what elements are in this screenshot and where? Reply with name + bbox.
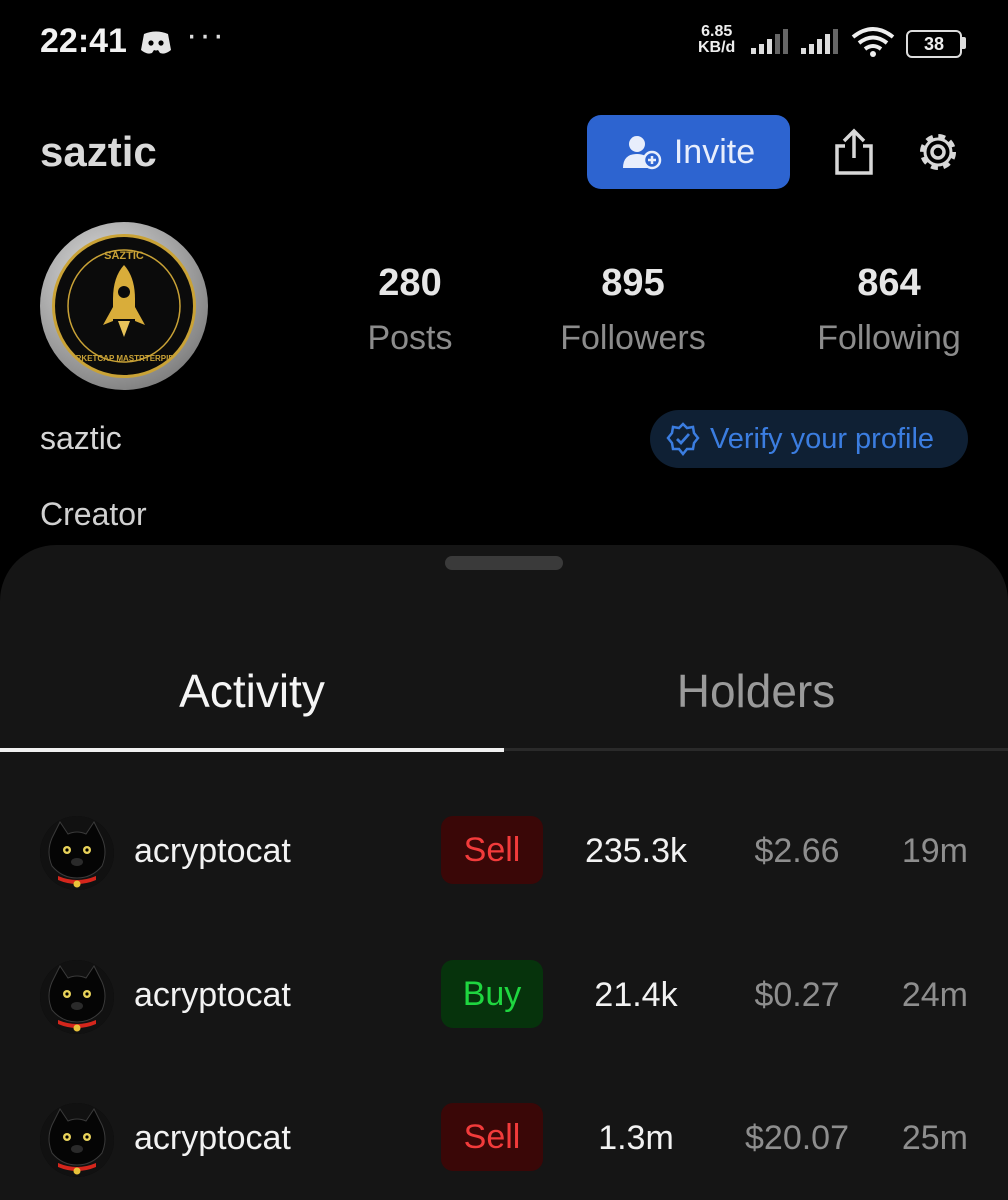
posts-label: Posts — [367, 319, 453, 357]
trade-amount: 235.3k — [584, 832, 688, 870]
activity-row[interactable]: acryptocat Buy 21.4k $0.27 24m — [0, 942, 1008, 1052]
stat-followers[interactable]: 895 Followers — [548, 262, 718, 358]
user-name[interactable]: acryptocat — [134, 1119, 291, 1158]
trade-time: 19m — [901, 832, 968, 870]
trade-price: $2.66 — [754, 832, 840, 870]
avatar-logo: SAZTIC MARKETCAP MASTRTERPIECE — [52, 234, 196, 378]
page-title: saztic — [40, 128, 157, 175]
display-name: saztic — [40, 420, 122, 456]
battery-level: 38 — [923, 34, 945, 54]
status-more-dots: ··· — [186, 16, 226, 54]
trade-type-badge: Sell — [441, 1103, 543, 1171]
activity-row[interactable]: acryptocat Sell 1.3m $20.07 25m — [0, 1085, 1008, 1195]
verify-profile-button[interactable]: Verify your profile — [650, 410, 968, 468]
status-time: 22:41 — [40, 22, 127, 60]
avatar[interactable]: SAZTIC MARKETCAP MASTRTERPIECE — [40, 222, 208, 390]
trade-price: $20.07 — [745, 1119, 849, 1157]
network-speed-value: 6.85 — [701, 23, 733, 40]
discord-icon — [141, 31, 171, 54]
share-icon[interactable] — [833, 128, 875, 176]
user-avatar[interactable] — [40, 816, 114, 890]
posts-count: 280 — [378, 262, 442, 304]
trade-time: 24m — [901, 976, 968, 1014]
trade-time: 25m — [901, 1119, 968, 1157]
tab-activity[interactable]: Activity — [0, 664, 504, 718]
invite-button[interactable]: Invite — [587, 115, 790, 189]
verify-label: Verify your profile — [710, 422, 935, 455]
cat-avatar-icon — [40, 816, 114, 890]
cat-avatar-icon — [40, 960, 114, 1034]
stat-posts[interactable]: 280 Posts — [350, 262, 470, 358]
battery-nub — [962, 37, 966, 49]
following-count: 864 — [857, 262, 921, 304]
user-avatar[interactable] — [40, 960, 114, 1034]
invite-label: Invite — [673, 132, 756, 171]
network-speed: 6.85 KB/d — [698, 24, 735, 56]
following-label: Following — [817, 319, 961, 357]
gear-icon[interactable] — [914, 128, 962, 176]
rocket-icon: SAZTIC MARKETCAP MASTRTERPIECE — [63, 249, 185, 363]
profile-bio: Creator — [40, 496, 147, 532]
network-speed-unit: KB/d — [698, 39, 736, 56]
sheet-drag-handle[interactable] — [445, 556, 563, 570]
user-avatar[interactable] — [40, 1103, 114, 1177]
verified-badge-icon — [666, 422, 700, 456]
signal-icon — [801, 29, 838, 54]
trade-type-badge: Sell — [441, 816, 543, 884]
signal-icon — [751, 29, 788, 54]
wifi-icon — [851, 27, 895, 57]
user-name[interactable]: acryptocat — [134, 976, 291, 1015]
trade-amount: 21.4k — [594, 976, 678, 1014]
cat-avatar-icon — [40, 1103, 114, 1177]
trade-amount: 1.3m — [598, 1119, 674, 1157]
stat-following[interactable]: 864 Following — [806, 262, 972, 358]
add-user-icon — [622, 136, 662, 170]
trade-type-badge: Buy — [441, 960, 543, 1028]
tab-active-indicator — [0, 748, 504, 752]
avatar-text-bottom: MARKETCAP MASTRTERPIECE — [63, 354, 185, 363]
followers-count: 895 — [601, 262, 665, 304]
avatar-text-top: SAZTIC — [104, 250, 144, 262]
user-name[interactable]: acryptocat — [134, 832, 291, 871]
followers-label: Followers — [560, 319, 706, 357]
battery-icon: 38 — [906, 30, 962, 58]
trade-price: $0.27 — [754, 976, 840, 1014]
tab-holders[interactable]: Holders — [504, 664, 1008, 718]
activity-row[interactable]: acryptocat Sell 235.3k $2.66 19m — [0, 798, 1008, 908]
